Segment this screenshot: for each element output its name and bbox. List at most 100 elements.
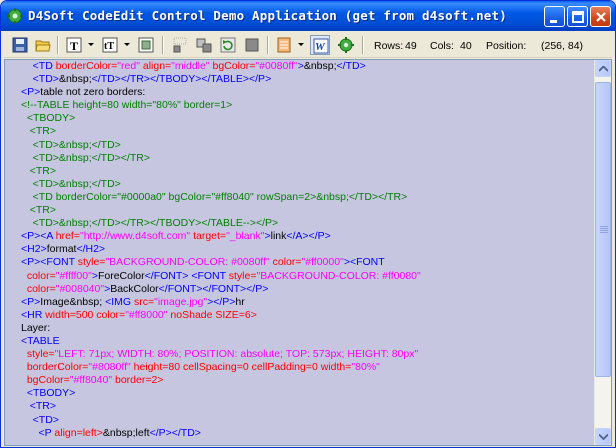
close-icon xyxy=(596,12,606,22)
maximize-button[interactable] xyxy=(567,6,588,27)
code-line[interactable]: <TD> xyxy=(21,414,595,427)
code-token-tag: <TD xyxy=(32,60,56,72)
code-line[interactable]: <TD borderColor="red" align="middle" bgC… xyxy=(21,60,595,73)
cols-value: 40 xyxy=(460,40,472,52)
cols-label: Cols: xyxy=(430,40,454,52)
align-icon xyxy=(173,37,187,53)
open-folder-icon xyxy=(35,40,51,52)
code-line[interactable]: <TR> xyxy=(21,125,595,138)
code-line[interactable]: <P><FONT style="BACKGROUND-COLOR: #0080f… xyxy=(21,256,595,269)
word-wrap-button[interactable]: W xyxy=(310,35,330,55)
code-line[interactable]: <TD>&nbsp;</TD> xyxy=(21,178,595,191)
options-button[interactable] xyxy=(274,35,294,55)
code-token-attr: bgColor= xyxy=(26,374,70,387)
code-line[interactable]: borderColor="#8080ff" height=80 cellSpac… xyxy=(21,361,595,374)
vertical-scrollbar[interactable] xyxy=(594,60,611,445)
code-line[interactable]: <P>table not zero borders: xyxy=(21,86,595,99)
code-token-text: BackColor xyxy=(110,282,159,295)
code-token-tag: </P></TD> xyxy=(149,426,201,439)
close-button[interactable] xyxy=(590,6,611,27)
refresh-icon xyxy=(220,37,236,53)
code-token-tag: <IMG xyxy=(105,295,134,308)
code-token-attr: target= xyxy=(190,230,227,243)
code-token-comment: <TR> xyxy=(29,204,57,217)
align-button[interactable] xyxy=(170,35,190,55)
code-line[interactable]: <HR width=500 color="#ff8000" noShade SI… xyxy=(21,309,595,322)
code-line[interactable]: <TD borderColor="#0000a0" bgColor="#ff80… xyxy=(21,191,595,204)
code-token-value: "middle" xyxy=(171,60,210,72)
code-token-attr: style= xyxy=(77,256,106,269)
code-line[interactable]: color="#ffff00">ForeColor</FONT> <FONT s… xyxy=(21,270,595,283)
code-token-tag: </A></P> xyxy=(286,230,331,243)
stop-icon xyxy=(245,38,259,52)
code-line[interactable]: <TD>&nbsp;</TD></TR></TBODY></TABLE></P> xyxy=(21,73,595,86)
code-token-comment: <TR> xyxy=(29,125,57,138)
code-line[interactable]: <TBODY> xyxy=(21,112,595,125)
code-token-comment: <TBODY> xyxy=(26,112,76,125)
minimize-button[interactable] xyxy=(544,6,565,27)
code-line[interactable]: <TD>&nbsp;</TD></TR></TBODY></TABLE--></… xyxy=(21,217,595,230)
code-token-attr: color= xyxy=(269,256,302,269)
app-gear-icon xyxy=(7,8,23,24)
code-line[interactable]: <TD>&nbsp;</TD></TR> xyxy=(21,152,595,165)
code-token-value: "80%" xyxy=(351,361,380,374)
refresh-button[interactable] xyxy=(218,35,238,55)
scroll-up-button[interactable] xyxy=(595,60,611,77)
save-button[interactable] xyxy=(10,35,30,55)
text-format-button[interactable]: T xyxy=(64,35,84,55)
code-token-comment: <TD>&nbsp;</TD></TR> xyxy=(32,151,150,164)
code-line[interactable]: <TABLE xyxy=(21,335,595,348)
code-token-tag: <TD> xyxy=(32,413,59,426)
code-line[interactable]: style="LEFT: 71px; WIDTH: 80%; POSITION:… xyxy=(21,348,595,361)
code-token-tag: <HR xyxy=(21,308,46,321)
code-line[interactable]: <TBODY> xyxy=(21,387,595,400)
code-token-tag: <P xyxy=(38,426,55,439)
layout-button[interactable] xyxy=(194,35,214,55)
text-size-button[interactable]: tT xyxy=(100,35,120,55)
text-size-dropdown[interactable] xyxy=(122,35,132,55)
code-line[interactable]: color="#008040">BackColor</FONT></FONT><… xyxy=(21,283,595,296)
scroll-down-button[interactable] xyxy=(595,428,611,445)
chevron-up-icon xyxy=(599,66,608,72)
code-token-attr: color= xyxy=(26,282,56,295)
chevron-down-icon xyxy=(298,43,304,46)
code-line[interactable]: <TD>&nbsp;</TD> xyxy=(21,139,595,152)
title-bar[interactable]: D4Soft CodeEdit Control Demo Application… xyxy=(1,1,615,31)
code-token-text: table not zero borders: xyxy=(40,86,146,99)
code-line[interactable]: <H2>format</H2> xyxy=(21,243,595,256)
code-token-attr: noShade SIZE=6> xyxy=(167,308,257,321)
code-line[interactable]: <P align=left>&nbsp;left</P></TD> xyxy=(21,427,595,440)
chevron-down-icon xyxy=(88,43,94,46)
code-line[interactable]: Layer: xyxy=(21,322,595,335)
code-line[interactable]: <P>Image&nbsp; <IMG src="image.jpg"></P>… xyxy=(21,296,595,309)
code-token-tag: <P> xyxy=(21,86,41,99)
code-line[interactable]: <P><A href="http://www.d4soft.com" targe… xyxy=(21,230,595,243)
code-line[interactable]: <TR> xyxy=(21,400,595,413)
stop-button[interactable] xyxy=(242,35,262,55)
code-token-tag: <P><FONT xyxy=(21,256,78,269)
fill-color-button[interactable] xyxy=(136,35,156,55)
options-dropdown[interactable] xyxy=(296,35,306,55)
scroll-thumb[interactable] xyxy=(595,82,611,377)
code-line[interactable]: <!--TABLE height=80 width="80%" border=1… xyxy=(21,99,595,112)
code-token-tag: <TABLE xyxy=(21,334,60,347)
code-token-attr: width=500 color= xyxy=(45,308,126,321)
code-editor[interactable]: <TD borderColor="red" align="middle" bgC… xyxy=(4,59,612,446)
code-line[interactable]: <TR> xyxy=(21,165,595,178)
code-token-value: "#ff0000" xyxy=(301,256,344,269)
code-line[interactable]: bgColor="#ff8040" border=2> xyxy=(21,374,595,387)
settings-gear-button[interactable] xyxy=(336,35,356,55)
code-line[interactable]: <TR> xyxy=(21,204,595,217)
open-folder-button[interactable] xyxy=(33,35,53,55)
code-token-tag: <TBODY> xyxy=(26,387,76,400)
code-text-area[interactable]: <TD borderColor="red" align="middle" bgC… xyxy=(5,60,595,445)
code-token-value: "#0080ff" xyxy=(255,60,298,72)
code-token-text: format xyxy=(46,243,77,256)
code-token-text: &nbsp; xyxy=(58,73,92,86)
text-format-dropdown[interactable] xyxy=(86,35,96,55)
